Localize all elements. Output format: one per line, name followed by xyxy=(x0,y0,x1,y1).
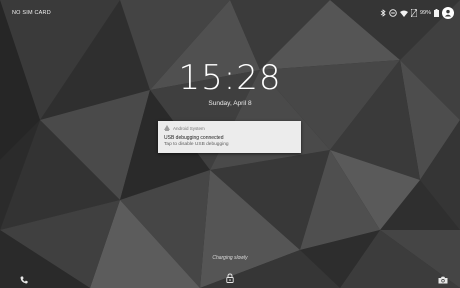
notification-app-name: Android System xyxy=(173,126,205,131)
charging-status: Charging slowly xyxy=(212,255,248,261)
carrier-label: NO SIM CARD xyxy=(12,10,51,16)
battery-icon xyxy=(434,9,439,17)
notification-header: Android System xyxy=(164,125,205,132)
user-avatar-icon[interactable] xyxy=(442,7,454,19)
notification-title: USB debugging connected xyxy=(164,135,224,141)
swipe-up-arrow-icon xyxy=(227,282,233,288)
bluetooth-icon xyxy=(380,9,386,17)
do-not-disturb-icon xyxy=(389,9,397,17)
phone-icon[interactable] xyxy=(20,271,28,288)
battery-percentage: 99% xyxy=(419,10,431,16)
lockscreen-date: Sunday, April 8 xyxy=(208,100,252,107)
status-bar: NO SIM CARD 99% xyxy=(0,0,460,26)
camera-icon[interactable] xyxy=(438,271,448,288)
status-icons: 99% xyxy=(380,6,454,20)
android-icon xyxy=(164,125,170,132)
usb-debugging-notification[interactable]: Android System USB debugging connected T… xyxy=(158,121,301,153)
lockscreen: NO SIM CARD 99% 15:28 Sunday, April 8 An… xyxy=(0,0,460,288)
lockscreen-clock: 15:28 xyxy=(178,58,282,98)
wifi-icon xyxy=(399,10,408,17)
no-sim-icon xyxy=(410,9,417,17)
notification-text: Tap to disable USB debugging xyxy=(164,142,229,147)
